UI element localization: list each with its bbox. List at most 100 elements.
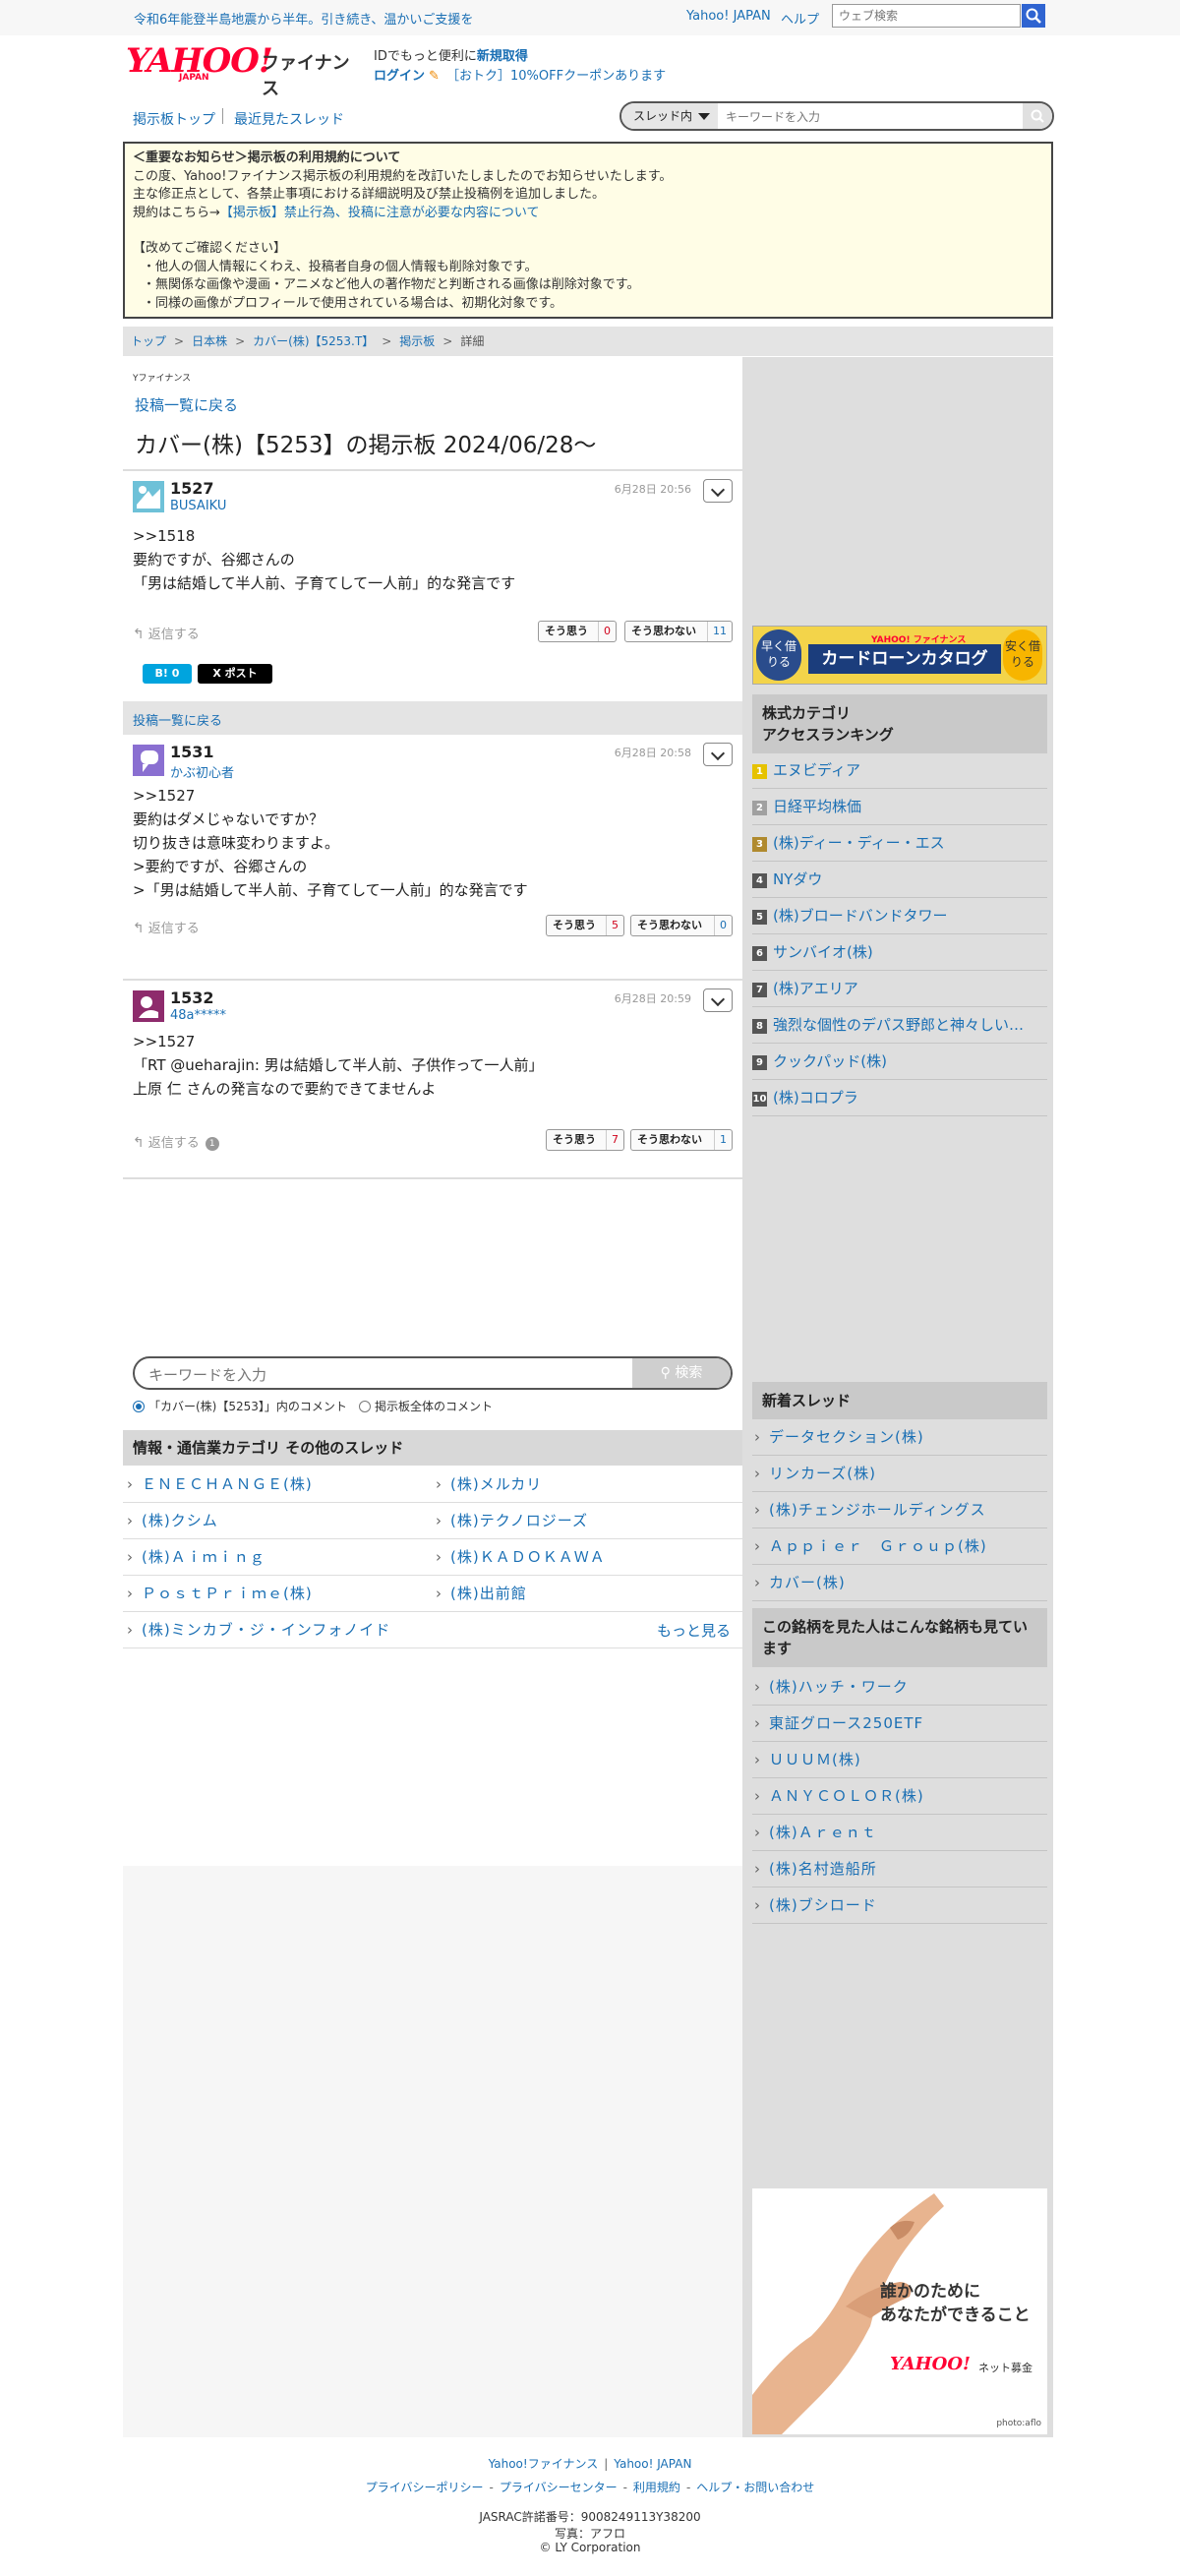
ranking-item[interactable]: 5 (株)ブロードバンドタワー bbox=[752, 898, 1047, 934]
comment-search-button[interactable]: ⚲ 検索 bbox=[632, 1358, 731, 1388]
other-thread-link[interactable]: (株)メルカリ bbox=[432, 1467, 742, 1503]
donation-banner[interactable]: 誰かのために あなたができること YAHOO! ネット募金 photo:aflo bbox=[752, 2188, 1047, 2434]
search-scope-select[interactable]: スレッド内 bbox=[621, 103, 718, 129]
jasrac-number: JASRAC許諾番号：9008249113Y38200 bbox=[479, 2510, 701, 2524]
also-viewed-link[interactable]: 東証グロース250ETF bbox=[752, 1706, 1047, 1742]
also-viewed-link[interactable]: (株)ブシロード bbox=[752, 1887, 1047, 1924]
disaster-notice-link[interactable]: 令和6年能登半島地震から半年。引き続き、温かいご支援を bbox=[134, 9, 473, 28]
sidebar: 早く借りる YAHOO! ファイナンス カードローンカタログ 安く借りる 株式カ… bbox=[742, 357, 1053, 2437]
breadcrumb-top[interactable]: トップ bbox=[131, 334, 166, 348]
ranking-item[interactable]: 10 (株)コロプラ bbox=[752, 1080, 1047, 1116]
reply-button[interactable]: ↰ 返信する 1 bbox=[133, 1132, 219, 1151]
agree-button[interactable]: そう思う 7 bbox=[546, 1129, 624, 1151]
other-thread-link[interactable]: ＰｏｓｔＰｒｉｍｅ(株) bbox=[123, 1576, 432, 1612]
web-search-input[interactable] bbox=[833, 5, 1022, 27]
hatena-bookmark-button[interactable]: B! 0 bbox=[143, 664, 192, 684]
post-number[interactable]: 1531 bbox=[170, 743, 214, 761]
privacy-policy-link[interactable]: プライバシーポリシー bbox=[366, 2481, 484, 2494]
also-viewed-link[interactable]: (株)ハッチ・ワーク bbox=[752, 1669, 1047, 1706]
privacy-center-link[interactable]: プライバシーセンター bbox=[500, 2481, 618, 2494]
ranking-item[interactable]: 2 日経平均株価 bbox=[752, 789, 1047, 825]
help-link[interactable]: ヘルプ bbox=[781, 9, 819, 28]
avatar-icon[interactable] bbox=[133, 481, 164, 512]
ranking-item[interactable]: 3 (株)ディー・ディー・エス bbox=[752, 825, 1047, 862]
login-link[interactable]: ログイン bbox=[374, 69, 425, 84]
post-number[interactable]: 1527 bbox=[170, 479, 214, 498]
yahoo-finance-logo[interactable]: YAHOO! JAPAN ファイナンス bbox=[126, 41, 362, 99]
new-thread-link[interactable]: データセクション(株) bbox=[752, 1419, 1047, 1456]
breadcrumb-board[interactable]: 掲示板 bbox=[399, 334, 435, 348]
ranking-item[interactable]: 6 サンバイオ(株) bbox=[752, 934, 1047, 971]
divider bbox=[123, 1177, 742, 1179]
photo-credit-footer: 写真：アフロ bbox=[554, 2527, 625, 2541]
avatar-icon[interactable] bbox=[133, 745, 164, 776]
also-viewed-link[interactable]: ＵＵＵＭ(株) bbox=[752, 1742, 1047, 1778]
post-username[interactable]: かぶ初心者 bbox=[170, 762, 234, 781]
disagree-button[interactable]: そう思わない 11 bbox=[624, 621, 733, 642]
thread-search-button[interactable] bbox=[1023, 103, 1052, 129]
other-thread-link[interactable]: ＥＮＥＣＨＡＮＧＥ(株) bbox=[123, 1467, 432, 1503]
search-scope-thread-radio[interactable]: 「カバー(株)【5253】」内のコメント bbox=[133, 1398, 347, 1414]
other-thread-link[interactable]: (株)テクノロジーズ bbox=[432, 1503, 742, 1539]
thread-search-input[interactable] bbox=[724, 106, 1013, 128]
post-item: 1527 BUSAIKU 6月28日 20:56 >>1518 要約ですが、谷郷… bbox=[123, 471, 742, 699]
ranking-item[interactable]: 8 強烈な個性のデパス野郎と神々しい… bbox=[752, 1007, 1047, 1044]
reply-button[interactable]: ↰ 返信する bbox=[133, 918, 200, 936]
signup-link[interactable]: 新規取得 bbox=[477, 49, 528, 64]
post-item: 1532 48a***** 6月28日 20:59 >>1527 「RT @ue… bbox=[123, 981, 742, 1177]
back-to-list-link[interactable]: 投稿一覧に戻る bbox=[135, 394, 238, 415]
board-top-link[interactable]: 掲示板トップ bbox=[133, 109, 215, 129]
also-viewed-link[interactable]: (株)Ａｒｅｎｔ bbox=[752, 1815, 1047, 1851]
other-thread-link[interactable]: (株)クシム bbox=[123, 1503, 432, 1539]
post-username[interactable]: BUSAIKU bbox=[170, 499, 226, 513]
other-thread-link[interactable]: (株)ＫＡＤＯＫＡＷＡ bbox=[432, 1539, 742, 1576]
breadcrumb-current: 詳細 bbox=[460, 334, 485, 348]
search-scope-all-radio[interactable]: 掲示板全体のコメント bbox=[359, 1398, 493, 1414]
card-loan-banner[interactable]: 早く借りる YAHOO! ファイナンス カードローンカタログ 安く借りる bbox=[752, 626, 1047, 685]
breadcrumb-stock[interactable]: カバー(株)【5253.T】 bbox=[253, 334, 374, 348]
page-title: カバー(株)【5253】の掲示板 2024/06/28〜 bbox=[135, 433, 597, 458]
agree-button[interactable]: そう思う 5 bbox=[546, 915, 624, 936]
ranking-item[interactable]: 1 エヌビディア bbox=[752, 752, 1047, 789]
x-post-button[interactable]: X ポスト bbox=[198, 664, 272, 684]
new-thread-link[interactable]: カバー(株) bbox=[752, 1565, 1047, 1601]
other-thread-link[interactable]: (株)ミンカブ・ジ・インフォノイド bbox=[123, 1612, 742, 1648]
recent-threads-link[interactable]: 最近見たスレッド bbox=[234, 109, 344, 129]
post-menu-button[interactable] bbox=[703, 988, 733, 1012]
post-menu-button[interactable] bbox=[703, 743, 733, 766]
disagree-button[interactable]: そう思わない 0 bbox=[630, 915, 733, 936]
post-date: 6月28日 20:58 bbox=[614, 747, 691, 759]
ranking-item[interactable]: 7 (株)アエリア bbox=[752, 971, 1047, 1007]
other-thread-link[interactable]: (株)出前館 bbox=[432, 1576, 742, 1612]
ranking-item[interactable]: 4 NYダウ bbox=[752, 862, 1047, 898]
footer-finance-link[interactable]: Yahoo!ファイナンス bbox=[489, 2457, 599, 2471]
comment-search-box: ⚲ 検索 bbox=[133, 1356, 733, 1390]
comment-search-input[interactable] bbox=[147, 1364, 622, 1386]
ranking-item[interactable]: 9 クックパッド(株) bbox=[752, 1044, 1047, 1080]
footer-yahoo-link[interactable]: Yahoo! JAPAN bbox=[614, 2457, 691, 2471]
agree-button[interactable]: そう思う 0 bbox=[538, 621, 617, 642]
help-contact-link[interactable]: ヘルプ・お問い合わせ bbox=[696, 2481, 814, 2494]
also-viewed-link[interactable]: ＡＮＹＣＯＬＯＲ(株) bbox=[752, 1778, 1047, 1815]
coupon-icon: ✎ bbox=[429, 69, 440, 84]
disagree-button[interactable]: そう思わない 1 bbox=[630, 1129, 733, 1151]
coupon-link[interactable]: ［おトク］10%OFFクーポンあります bbox=[446, 69, 666, 84]
search-icon: ⚲ bbox=[660, 1365, 671, 1381]
breadcrumb-japan-stocks[interactable]: 日本株 bbox=[192, 334, 227, 348]
web-search-button[interactable] bbox=[1022, 4, 1045, 28]
avatar-icon[interactable] bbox=[133, 990, 164, 1022]
back-to-list-link[interactable]: 投稿一覧に戻る bbox=[133, 710, 222, 729]
new-thread-link[interactable]: Ａｐｐｉｅｒ Ｇｒｏｕｐ(株) bbox=[752, 1528, 1047, 1565]
terms-of-use-link[interactable]: 利用規約 bbox=[633, 2481, 680, 2494]
other-thread-link[interactable]: (株)Ａｉｍｉｎｇ bbox=[123, 1539, 432, 1576]
post-number[interactable]: 1532 bbox=[170, 988, 214, 1007]
new-thread-link[interactable]: (株)チェンジホールディングス bbox=[752, 1492, 1047, 1528]
reply-button[interactable]: ↰ 返信する bbox=[133, 624, 200, 642]
yahoo-japan-link[interactable]: Yahoo! JAPAN bbox=[686, 9, 771, 24]
post-username[interactable]: 48a***** bbox=[170, 1008, 226, 1023]
more-threads-link[interactable]: もっと見る bbox=[657, 1620, 731, 1641]
terms-link[interactable]: 【掲示板】禁止行為、投稿に注意が必要な内容について bbox=[220, 206, 540, 220]
post-menu-button[interactable] bbox=[703, 479, 733, 503]
new-thread-link[interactable]: リンカーズ(株) bbox=[752, 1456, 1047, 1492]
also-viewed-link[interactable]: (株)名村造船所 bbox=[752, 1851, 1047, 1887]
